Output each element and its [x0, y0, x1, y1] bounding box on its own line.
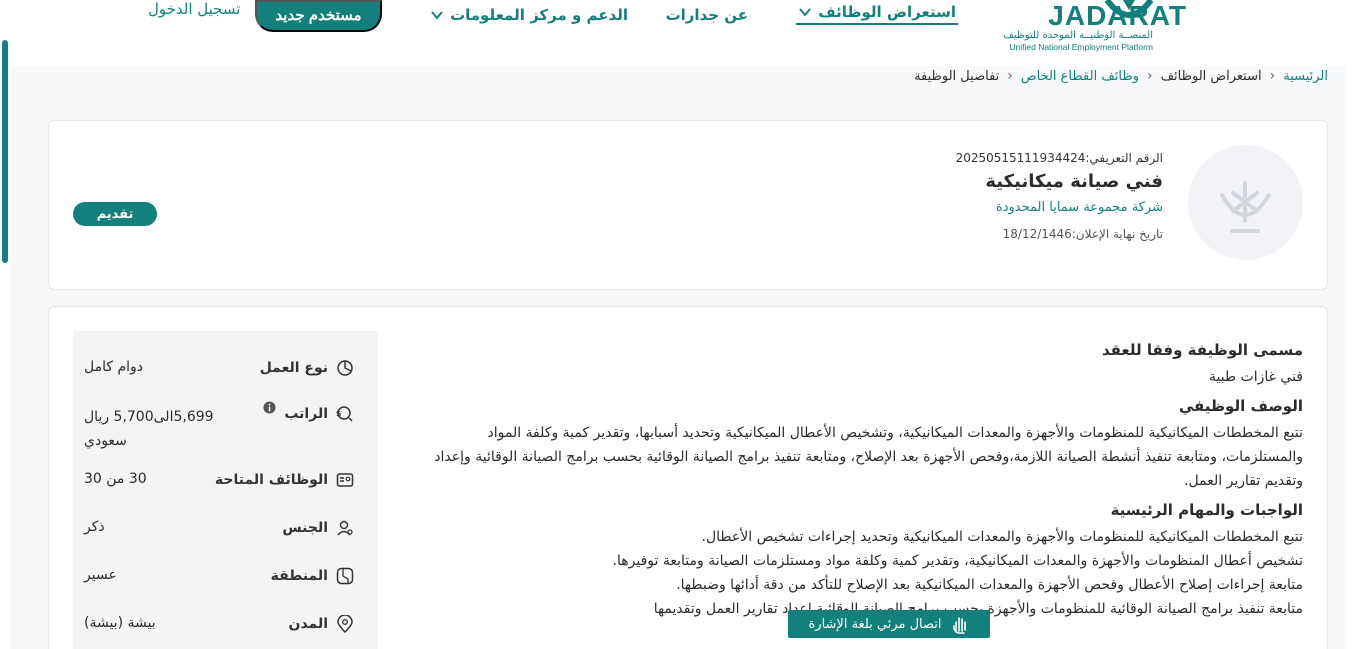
location-pin-icon [337, 615, 353, 633]
apply-button[interactable]: تقديم [73, 202, 157, 226]
attr-region: المنطقة عسير [84, 567, 354, 585]
emblem-icon [1220, 181, 1271, 233]
nav-support-label: الدعم و مركز المعلومات [450, 6, 628, 24]
job-details-card: نوع العمل دوام كامل $ الراتب 5,699الى5,7… [48, 306, 1328, 649]
attr-gender-value: ذكر [84, 519, 105, 535]
attr-available-jobs-label: الوظائف المتاحة [214, 472, 328, 488]
nav-browse-jobs-label: استعراض الوظائف [818, 2, 956, 21]
attr-work-type: نوع العمل دوام كامل [84, 359, 354, 377]
attr-gender-label-wrap: الجنس [282, 519, 354, 537]
duties-heading: الواجبات والمهام الرئيسية [1110, 501, 1303, 519]
attr-cities-label: المدن [288, 616, 328, 632]
jadarat-logo[interactable]: JADARAT المنصــة الوطنيــة الموحدة للتوظ… [1003, 0, 1255, 60]
duties-list: تتبع المخططات الميكانيكية للمنظومات والأ… [413, 525, 1303, 621]
attr-region-value: عسير [84, 567, 117, 583]
logo-english-tagline: Unified National Employment Platform [1009, 42, 1153, 52]
attr-region-label: المنطقة [270, 568, 328, 584]
scrollbar-thumb[interactable] [2, 40, 8, 263]
pie-icon [337, 360, 353, 376]
chevron-down-icon [431, 11, 443, 20]
description-text: تتبع المخططات الميكانيكية للمنظومات والأ… [434, 425, 1303, 489]
description-heading: الوصف الوظيفي [1178, 397, 1303, 415]
breadcrumb-current: تفاصيل الوظيفة [914, 68, 1000, 84]
info-icon[interactable] [263, 400, 276, 414]
nav-browse-jobs[interactable]: استعراض الوظائف [796, 0, 958, 25]
nav-support-center[interactable]: الدعم و مركز المعلومات [430, 0, 628, 30]
logo-wordmark: JADARAT [1048, 0, 1187, 31]
top-header: JADARAT المنصــة الوطنيــة الموحدة للتوظ… [0, 0, 1355, 67]
attr-available-jobs-value: 30 من 30 [84, 471, 147, 487]
company-name-link[interactable]: شركة مجموعة سمايا المحدودة [956, 200, 1163, 215]
nav-about-jadarat[interactable]: عن جدارات [666, 0, 748, 30]
job-id-value: 20250515111934424 [955, 151, 1086, 165]
attr-available-jobs: الوظائف المتاحة 30 من 30 [84, 471, 354, 489]
new-user-button[interactable]: مستخدم جديد [255, 0, 382, 32]
attr-cities-value: بيشة (بيشة) [84, 615, 156, 631]
sign-language-call-button[interactable]: اتصال مرئي بلغة الإشارة [788, 610, 990, 638]
attr-available-jobs-label-wrap: الوظائف المتاحة [215, 471, 354, 489]
job-id-label: الرقم التعريفي: [1085, 151, 1163, 165]
salary-icon: $ [336, 406, 353, 422]
svg-text:$: $ [336, 409, 342, 418]
login-link[interactable]: تسجيل الدخول [148, 0, 240, 18]
hand-sign-icon [952, 617, 966, 634]
contract-title-heading: مسمى الوظيفة وفقا للعقد [1101, 341, 1303, 359]
attr-work-type-label: نوع العمل [259, 360, 328, 376]
job-description-content: مسمى الوظيفة وفقا للعقد فني غازات طبية ا… [413, 341, 1303, 621]
map-icon [336, 567, 354, 585]
attr-cities: المدن بيشة (بيشة) [84, 615, 354, 633]
id-card-icon [336, 473, 354, 487]
attr-cities-label-wrap: المدن [289, 615, 354, 633]
job-deadline: تاريخ نهاية الإعلان:18/12/1446 [956, 227, 1163, 241]
attr-gender-label: الجنس [282, 520, 328, 536]
job-info: الرقم التعريفي:20250515111934424 فني صيا… [956, 151, 1163, 241]
attr-salary-value: 5,699الى5,700 ريال سعودي [84, 409, 214, 449]
attr-region-label-wrap: المنطقة [271, 567, 354, 585]
breadcrumb-separator: ‹ [1269, 68, 1276, 84]
breadcrumb: الرئيسية ‹ استعراض الوظائف ‹ وظائف القطا… [914, 68, 1328, 84]
breadcrumb-home[interactable]: الرئيسية [1283, 69, 1328, 84]
sign-language-label: اتصال مرئي بلغة الإشارة [808, 616, 942, 632]
breadcrumb-separator: ‹ [1007, 68, 1013, 84]
breadcrumb-separator: ‹ [1146, 68, 1153, 84]
attr-work-type-value: دوام كامل [84, 359, 144, 375]
chevron-down-icon [799, 7, 811, 17]
attr-work-type-label-wrap: نوع العمل [260, 359, 354, 377]
gender-icon [337, 520, 353, 536]
logo-arabic-tagline: المنصــة الوطنيــة الموحدة للتوظيف [1003, 30, 1153, 41]
job-summary-card: الرقم التعريفي:20250515111934424 فني صيا… [48, 120, 1328, 290]
nav-about-label: عن جدارات [665, 6, 748, 24]
duty-item: تشخيص أعطال المنظومات والأجهزة والمعدات … [612, 553, 1303, 569]
attr-gender: الجنس ذكر [84, 519, 354, 537]
deadline-value: 18/12/1446 [1002, 227, 1072, 241]
attr-salary-label-wrap: $ الراتب [263, 400, 354, 423]
job-id: الرقم التعريفي:20250515111934424 [956, 151, 1163, 165]
duty-item: متابعة إجراءات إصلاح الأعطال وفحص الأجهز… [676, 577, 1303, 593]
job-attributes-panel: نوع العمل دوام كامل $ الراتب 5,699الى5,7… [73, 331, 378, 649]
contract-title-text: فني غازات طبية [1208, 369, 1303, 385]
deadline-label: تاريخ نهاية الإعلان: [1071, 227, 1163, 241]
attr-salary-label: الراتب [284, 406, 328, 422]
job-title: فني صيانة ميكانيكية [985, 171, 1163, 192]
company-logo-placeholder [1188, 145, 1303, 260]
duty-item: تتبع المخططات الميكانيكية للمنظومات والأ… [701, 529, 1303, 545]
attr-salary: $ الراتب 5,699الى5,700 ريال سعودي [84, 400, 354, 453]
breadcrumb-browse-jobs[interactable]: استعراض الوظائف [1161, 69, 1262, 84]
breadcrumb-private-sector[interactable]: وظائف القطاع الخاص [1021, 69, 1139, 84]
